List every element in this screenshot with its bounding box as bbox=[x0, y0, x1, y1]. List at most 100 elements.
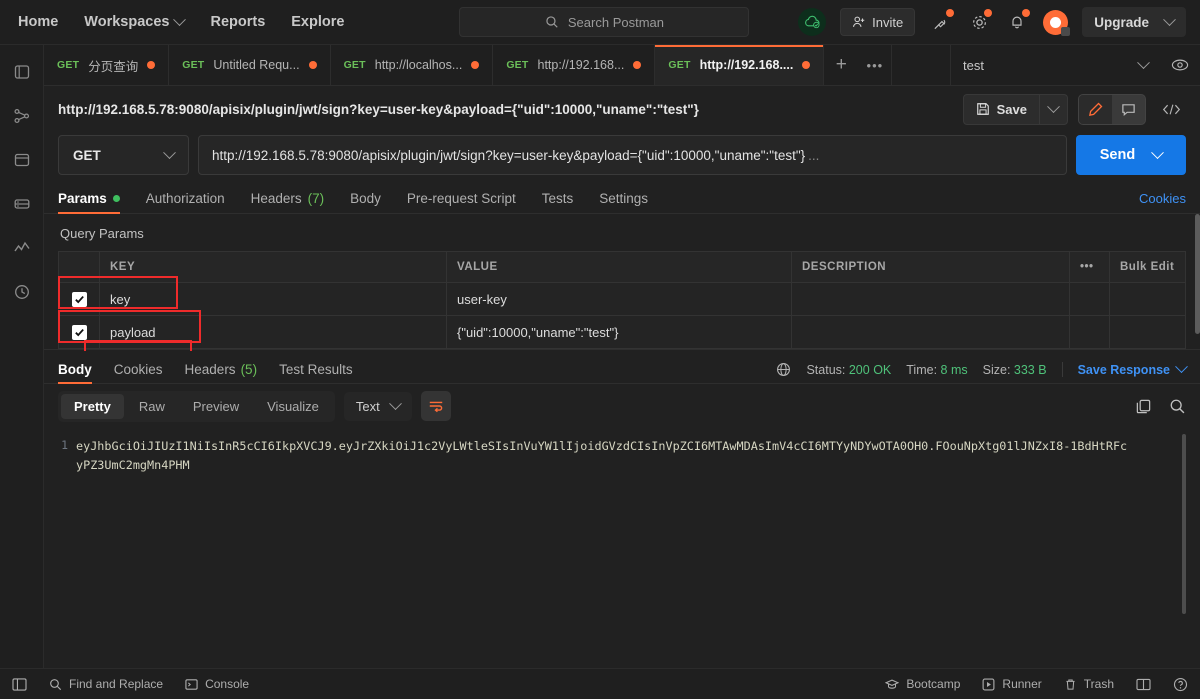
satellite-icon[interactable] bbox=[929, 9, 955, 34]
save-button[interactable]: Save bbox=[964, 95, 1039, 124]
runner-icon bbox=[982, 678, 995, 691]
edit-mode-button[interactable] bbox=[1079, 94, 1112, 124]
request-tab-3-label: http://192.168... bbox=[537, 58, 625, 72]
runner-label: Runner bbox=[1002, 677, 1042, 691]
tab-body[interactable]: Body bbox=[350, 191, 381, 213]
upgrade-label: Upgrade bbox=[1094, 14, 1149, 30]
tab-pre-request-script[interactable]: Pre-request Script bbox=[407, 191, 516, 213]
collections-icon[interactable] bbox=[11, 61, 33, 83]
new-tab-button[interactable]: + bbox=[824, 45, 858, 85]
history-icon[interactable] bbox=[11, 281, 33, 303]
tab-params[interactable]: Params bbox=[58, 191, 120, 214]
column-options-button[interactable]: ••• bbox=[1069, 251, 1110, 283]
comments-button[interactable] bbox=[1112, 95, 1145, 124]
save-response-label: Save Response bbox=[1077, 362, 1170, 377]
response-tab-body-label: Body bbox=[58, 362, 92, 377]
url-input[interactable]: http://192.168.5.78:9080/apisix/plugin/j… bbox=[198, 135, 1067, 175]
copy-icon[interactable] bbox=[1135, 398, 1152, 415]
request-tab-2[interactable]: GET http://localhos... bbox=[331, 45, 494, 85]
pill-preview[interactable]: Preview bbox=[180, 394, 252, 419]
nav-item-workspaces[interactable]: Workspaces bbox=[84, 12, 187, 30]
bell-icon[interactable] bbox=[1005, 9, 1031, 34]
bulk-edit-button[interactable]: Bulk Edit bbox=[1109, 251, 1186, 283]
console-button[interactable]: Console bbox=[185, 677, 249, 691]
tab-options-button[interactable]: ••• bbox=[858, 45, 893, 85]
invite-button[interactable]: Invite bbox=[840, 8, 916, 36]
gear-badge bbox=[984, 9, 993, 17]
top-nav-actions: Invite Upgrade bbox=[798, 7, 1200, 37]
send-button[interactable]: Send bbox=[1076, 135, 1186, 175]
nav-item-home[interactable]: Home bbox=[18, 14, 58, 30]
tab-authorization[interactable]: Authorization bbox=[146, 191, 225, 213]
response-tab-test-results[interactable]: Test Results bbox=[279, 362, 353, 383]
runner-button[interactable]: Runner bbox=[982, 677, 1042, 691]
code-snippet-button[interactable] bbox=[1156, 102, 1186, 117]
find-and-replace-button[interactable]: Find and Replace bbox=[49, 677, 163, 691]
tab-headers-count: (7) bbox=[307, 191, 325, 206]
table-row: key user-key bbox=[58, 282, 1186, 316]
cookies-link[interactable]: Cookies bbox=[1139, 191, 1186, 213]
param-description-cell-0[interactable] bbox=[791, 282, 1070, 316]
request-tab-0[interactable]: GET 分页查询 bbox=[44, 45, 170, 85]
tab-headers[interactable]: Headers (7) bbox=[251, 191, 325, 213]
param-value-cell-1[interactable]: {"uid":10000,"uname":"test"} bbox=[446, 315, 792, 349]
mock-servers-icon[interactable] bbox=[11, 193, 33, 215]
gear-icon[interactable] bbox=[967, 9, 993, 34]
param-row-options-1[interactable] bbox=[1069, 315, 1110, 349]
save-dropdown-button[interactable] bbox=[1039, 94, 1067, 124]
search-input[interactable]: Search Postman bbox=[459, 7, 750, 37]
param-description-cell-1[interactable] bbox=[791, 315, 1070, 349]
avatar[interactable] bbox=[1043, 9, 1071, 36]
trash-button[interactable]: Trash bbox=[1064, 677, 1114, 691]
response-tab-cookies[interactable]: Cookies bbox=[114, 362, 163, 383]
environment-quick-look-button[interactable] bbox=[1160, 45, 1200, 85]
request-tab-3-method: GET bbox=[506, 59, 529, 71]
params-scrollbar[interactable] bbox=[1195, 214, 1200, 334]
param-row-options-0[interactable] bbox=[1069, 282, 1110, 316]
apis-icon[interactable] bbox=[11, 105, 33, 127]
request-tab-2-method: GET bbox=[343, 59, 366, 71]
cloud-check-icon[interactable] bbox=[798, 8, 827, 36]
param-checkbox-payload[interactable] bbox=[71, 325, 87, 341]
response-tab-headers[interactable]: Headers (5) bbox=[185, 362, 258, 383]
status-label-text: Status: bbox=[806, 362, 846, 377]
environments-icon[interactable] bbox=[11, 149, 33, 171]
save-response-button[interactable]: Save Response bbox=[1077, 360, 1188, 377]
response-body-text[interactable]: eyJhbGciOiJIUzI1NiIsInR5cCI6IkpXVCJ9.eyJ… bbox=[76, 437, 1200, 668]
request-tab-1[interactable]: GET Untitled Requ... bbox=[169, 45, 331, 85]
bootcamp-button[interactable]: Bootcamp bbox=[885, 677, 960, 691]
query-params-section: Query Params KEY VALUE DESCRIPTION ••• B… bbox=[44, 214, 1200, 349]
param-key-cell-1[interactable]: payload bbox=[99, 315, 447, 349]
monitors-icon[interactable] bbox=[11, 237, 33, 259]
view-toggle-group bbox=[1078, 93, 1146, 125]
wrap-lines-button[interactable] bbox=[420, 391, 451, 421]
upgrade-button[interactable]: Upgrade bbox=[1082, 7, 1186, 37]
request-tab-4[interactable]: GET http://192.168.... bbox=[655, 45, 825, 85]
response-tab-cookies-label: Cookies bbox=[113, 362, 163, 377]
response-tabs: Body Cookies Headers (5) Test Results St… bbox=[44, 340, 1200, 384]
param-value-cell-0[interactable]: user-key bbox=[446, 282, 792, 316]
request-tab-2-label: http://localhos... bbox=[374, 58, 463, 72]
environment-selector[interactable]: test bbox=[950, 45, 1160, 85]
console-label: Console bbox=[205, 677, 250, 691]
nav-item-explore[interactable]: Explore bbox=[291, 14, 344, 30]
param-key-cell-0[interactable]: key bbox=[99, 282, 447, 316]
http-method-select[interactable]: GET bbox=[58, 135, 189, 175]
param-checkbox-key[interactable] bbox=[71, 292, 87, 308]
response-language-select[interactable]: Text bbox=[343, 391, 412, 421]
response-tab-body[interactable]: Body bbox=[58, 362, 92, 384]
help-icon[interactable] bbox=[1173, 677, 1188, 692]
pill-raw[interactable]: Raw bbox=[126, 394, 178, 419]
sidebar-toggle-button[interactable] bbox=[12, 677, 27, 691]
two-pane-layout-button[interactable] bbox=[1136, 678, 1151, 691]
tab-settings[interactable]: Settings bbox=[599, 191, 648, 213]
response-language-value: Text bbox=[355, 398, 380, 414]
request-tab-0-label: 分页查询 bbox=[88, 59, 139, 74]
pill-pretty[interactable]: Pretty bbox=[61, 393, 124, 419]
nav-item-reports[interactable]: Reports bbox=[210, 14, 265, 30]
request-tab-3[interactable]: GET http://192.168... bbox=[493, 45, 656, 85]
search-icon[interactable] bbox=[1169, 398, 1186, 415]
tab-tests[interactable]: Tests bbox=[542, 191, 574, 213]
pill-visualize[interactable]: Visualize bbox=[254, 394, 332, 419]
response-scrollbar[interactable] bbox=[1182, 434, 1186, 614]
